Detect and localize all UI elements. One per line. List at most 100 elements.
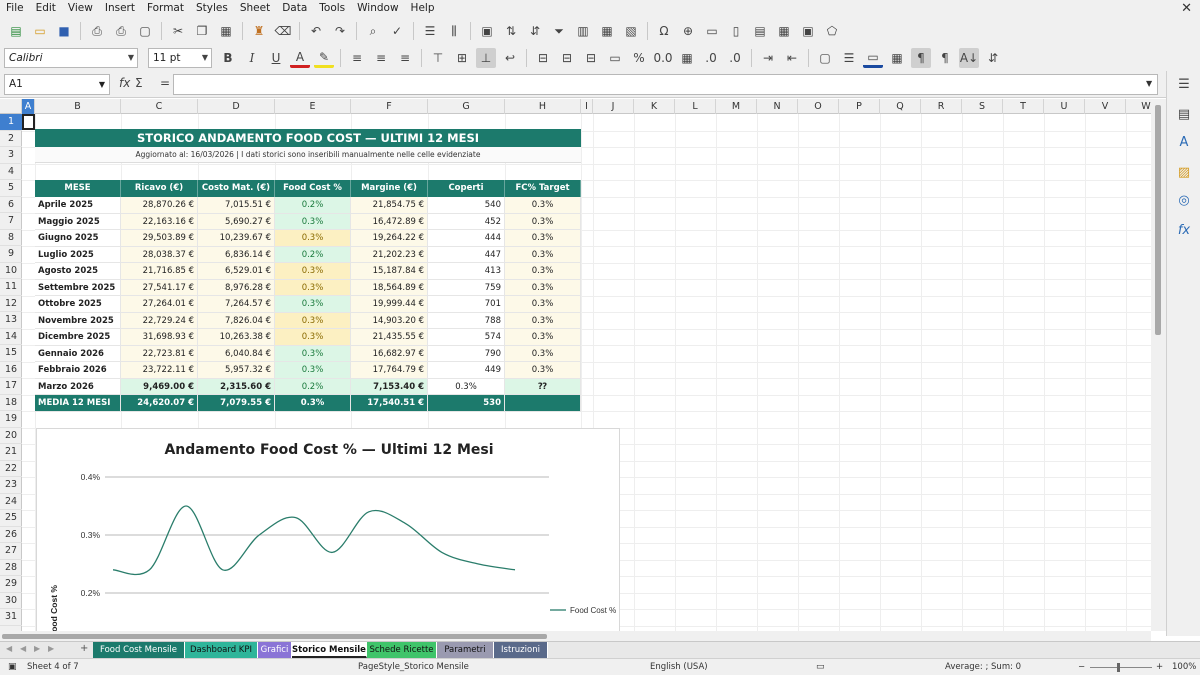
show-draw-functions-icon[interactable]: ⬠ [822,21,842,41]
table-header-cell[interactable]: Ricavo (€) [121,180,198,197]
row-header-26[interactable]: 26 [0,527,22,543]
table-cell[interactable]: 0.3% [505,213,581,230]
menu-item-format[interactable]: Format [141,0,190,17]
row-header-10[interactable]: 10 [0,263,22,279]
table-cell[interactable]: 0.3% [275,312,351,329]
align-middle-icon[interactable]: ⊞ [452,48,472,68]
conditional-format-icon[interactable]: ▦ [887,48,907,68]
table-cell[interactable]: Gennaio 2026 [35,345,121,362]
table-cell[interactable]: 0.3% [505,197,581,214]
table-cell[interactable]: 449 [428,362,505,379]
table-cell[interactable]: 21,202.23 € [351,246,428,263]
column-header-s[interactable]: S [962,99,1003,114]
table-cell[interactable]: 21,716.85 € [121,263,198,280]
column-header-e[interactable]: E [275,99,351,114]
currency-format-icon[interactable]: ▭ [605,48,625,68]
table-cell[interactable]: 18,564.89 € [351,279,428,296]
table-cell[interactable]: 447 [428,246,505,263]
row-header-28[interactable]: 28 [0,560,22,576]
menu-item-help[interactable]: Help [405,0,441,17]
zoom-slider-handle[interactable] [1117,663,1120,672]
table-cell[interactable]: 0.3% [275,213,351,230]
menu-item-data[interactable]: Data [276,0,313,17]
column-header-d[interactable]: D [198,99,275,114]
add-decimal-icon[interactable]: .0 [701,48,721,68]
table-cell[interactable]: Febbraio 2026 [35,362,121,379]
navigator-icon[interactable]: ◎ [1175,193,1193,211]
sheet-tab[interactable]: Grafici [258,642,292,658]
horizontal-scrollbar[interactable] [0,631,1151,641]
menu-item-edit[interactable]: Edit [30,0,62,17]
save-icon[interactable]: ■ [54,21,74,41]
table-cell[interactable]: 0.3% [505,345,581,362]
table-cell[interactable]: 19,999.44 € [351,296,428,313]
table-cell[interactable]: 24,620.07 € [121,395,198,412]
table-cell[interactable]: 28,870.26 € [121,197,198,214]
table-header-cell[interactable]: MESE [35,180,121,197]
table-header-cell[interactable]: Margine (€) [351,180,428,197]
row-header-3[interactable]: 3 [0,147,22,164]
zoom-slider[interactable] [1090,667,1152,668]
table-cell[interactable]: 15,187.84 € [351,263,428,280]
column-header-g[interactable]: G [428,99,505,114]
functions-icon[interactable]: fx [1175,223,1193,241]
align-bottom-icon[interactable]: ⊥ [476,48,496,68]
row-header-11[interactable]: 11 [0,279,22,296]
properties-icon[interactable]: ▤ [1175,107,1193,125]
table-cell[interactable]: 452 [428,213,505,230]
pivot-table-icon[interactable]: ▦ [597,21,617,41]
table-cell[interactable]: 22,163.16 € [121,213,198,230]
zoom-in-icon[interactable]: + [1156,662,1163,672]
column-header-j[interactable]: J [593,99,634,114]
table-cell[interactable]: 0.3% [275,296,351,313]
row-header-20[interactable]: 20 [0,428,22,444]
styles-icon[interactable]: A [1175,135,1193,153]
merge-cells-icon[interactable]: ⊟ [533,48,553,68]
table-cell[interactable]: Dicembre 2025 [35,329,121,346]
table-cell[interactable]: 6,529.01 € [198,263,275,280]
table-cell[interactable]: 530 [428,395,505,412]
table-cell[interactable]: 27,264.01 € [121,296,198,313]
sort-column-icon[interactable]: ⇵ [983,48,1003,68]
table-cell[interactable]: 7,079.55 € [198,395,275,412]
zoom-out-icon[interactable]: − [1078,662,1085,672]
row-header-8[interactable]: 8 [0,230,22,246]
percent-format-icon[interactable]: % [629,48,649,68]
close-document-icon[interactable]: ✕ [1181,0,1192,17]
spelling-icon[interactable]: ✓ [387,21,407,41]
row-header-7[interactable]: 7 [0,213,22,230]
row-header-16[interactable]: 16 [0,362,22,378]
table-cell[interactable]: 14,903.20 € [351,312,428,329]
italic-icon[interactable]: I [242,48,262,68]
table-cell[interactable]: 27,541.17 € [121,279,198,296]
table-header-cell[interactable]: Coperti [428,180,505,197]
redo-icon[interactable]: ↷ [330,21,350,41]
insert-chart-icon[interactable]: ▥ [573,21,593,41]
sheet-tab[interactable]: Food Cost Mensile [93,642,185,658]
chevron-down-icon[interactable]: ▼ [202,53,208,62]
date-format-icon[interactable]: ▦ [677,48,697,68]
table-cell[interactable]: 790 [428,345,505,362]
row-header-2[interactable]: 2 [0,131,22,147]
align-center-icon[interactable]: ≡ [371,48,391,68]
menu-item-insert[interactable]: Insert [99,0,141,17]
row-icon[interactable]: ☰ [420,21,440,41]
font-size-box[interactable]: 11 pt ▼ [148,48,212,68]
sheet-tab[interactable]: Storico Mensile [292,642,367,658]
vertical-scrollbar[interactable] [1151,99,1166,631]
column-header-c[interactable]: C [121,99,198,114]
undo-icon[interactable]: ↶ [306,21,326,41]
scroll-thumb[interactable] [1155,105,1161,335]
underline-icon[interactable]: U [266,48,286,68]
align-right-icon[interactable]: ≡ [395,48,415,68]
table-cell[interactable]: 701 [428,296,505,313]
table-cell[interactable]: 0.2% [275,246,351,263]
table-cell[interactable]: 0.3% [505,246,581,263]
table-cell[interactable]: 9,469.00 € [121,378,198,395]
column-header-a[interactable]: A [22,99,35,114]
column-header-u[interactable]: U [1044,99,1085,114]
row-header-15[interactable]: 15 [0,345,22,362]
column-header-o[interactable]: O [798,99,839,114]
highlight-color-icon[interactable]: ✎ [314,48,334,68]
table-header-cell[interactable]: Food Cost % [275,180,351,197]
